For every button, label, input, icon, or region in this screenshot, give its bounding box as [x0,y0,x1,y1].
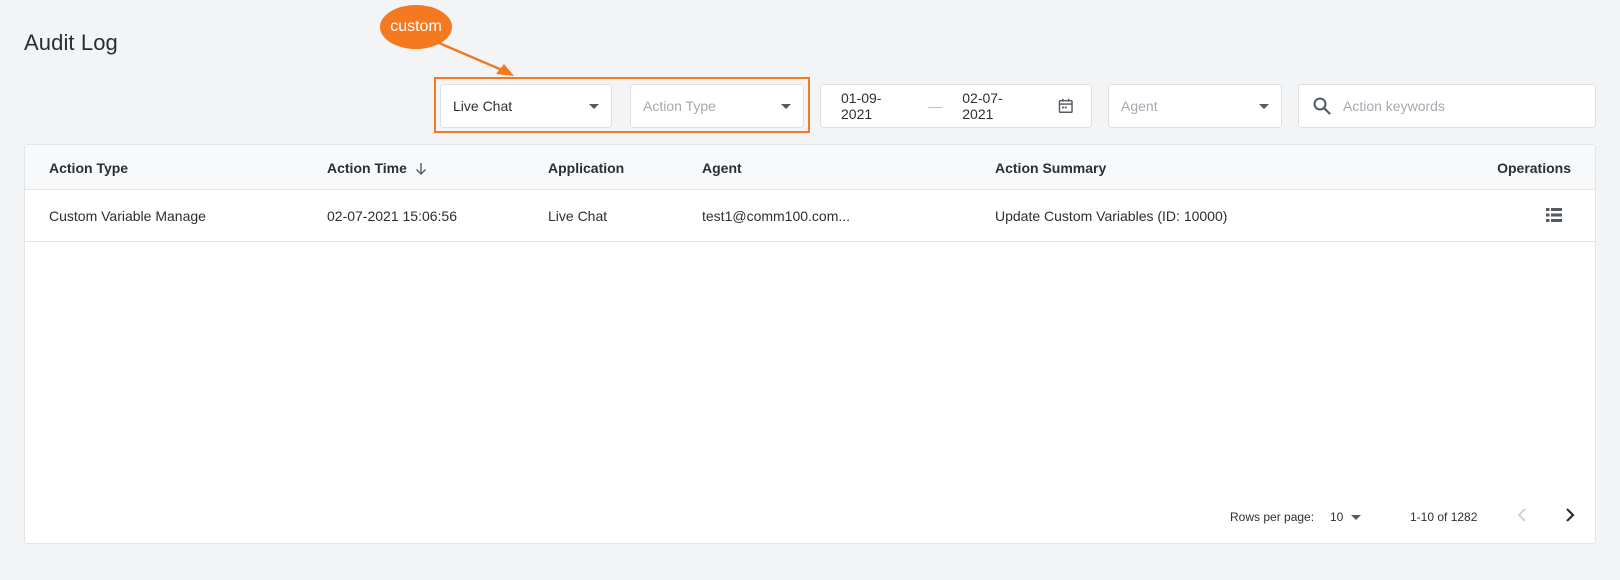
action-type-placeholder: Action Type [643,98,716,114]
date-start[interactable]: 01-09-2021 [841,90,910,122]
table-row: Custom Variable Manage 02-07-2021 15:06:… [25,190,1595,242]
calendar-icon[interactable] [1058,98,1073,114]
date-range-picker[interactable]: 01-09-2021 — 02-07-2021 [820,84,1092,128]
application-select[interactable]: Live Chat [440,84,612,128]
header-action-summary: Action Summary [995,160,1107,176]
arrow-down-icon[interactable] [415,162,427,175]
header-operations: Operations [1497,160,1571,176]
rows-per-page-label: Rows per page: [1230,510,1315,524]
previous-page-icon[interactable] [1517,508,1527,522]
header-application: Application [548,160,625,176]
agent-select[interactable]: Agent [1108,84,1282,128]
chevron-down-icon [1259,103,1269,109]
rows-per-page-value: 10 [1330,510,1344,524]
cell-action-type: Custom Variable Manage [49,208,206,224]
audit-log-table: Action Type Action Time Application Agen… [24,144,1596,544]
header-action-type: Action Type [49,160,129,176]
application-select-value: Live Chat [453,98,513,114]
chevron-down-icon [781,103,791,109]
action-type-select[interactable]: Action Type [630,84,804,128]
date-end[interactable]: 02-07-2021 [962,90,1031,122]
cell-agent: test1@comm100.com... [702,208,851,224]
header-action-time-label: Action Time [327,160,407,176]
search-icon [1313,97,1331,115]
date-separator: — [928,98,943,114]
pagination-range: 1-10 of 1282 [1410,510,1478,524]
header-agent: Agent [702,160,742,176]
chevron-down-icon [1351,514,1362,520]
next-page-icon[interactable] [1565,508,1575,522]
cell-action-summary: Update Custom Variables (ID: 10000) [995,208,1228,224]
chevron-down-icon [589,103,599,109]
agent-placeholder: Agent [1121,98,1158,114]
rows-per-page-select[interactable]: 10 [1330,510,1362,524]
header-action-time[interactable]: Action Time [327,160,427,176]
keywords-search-input[interactable]: Action keywords [1298,84,1596,128]
view-details-icon[interactable] [1546,208,1562,222]
keywords-placeholder: Action keywords [1343,98,1445,114]
cell-application: Live Chat [548,208,608,224]
cell-action-time: 02-07-2021 15:06:56 [327,208,457,224]
page-title: Audit Log [24,30,118,55]
table-header: Action Type Action Time Application Agen… [25,145,1595,190]
